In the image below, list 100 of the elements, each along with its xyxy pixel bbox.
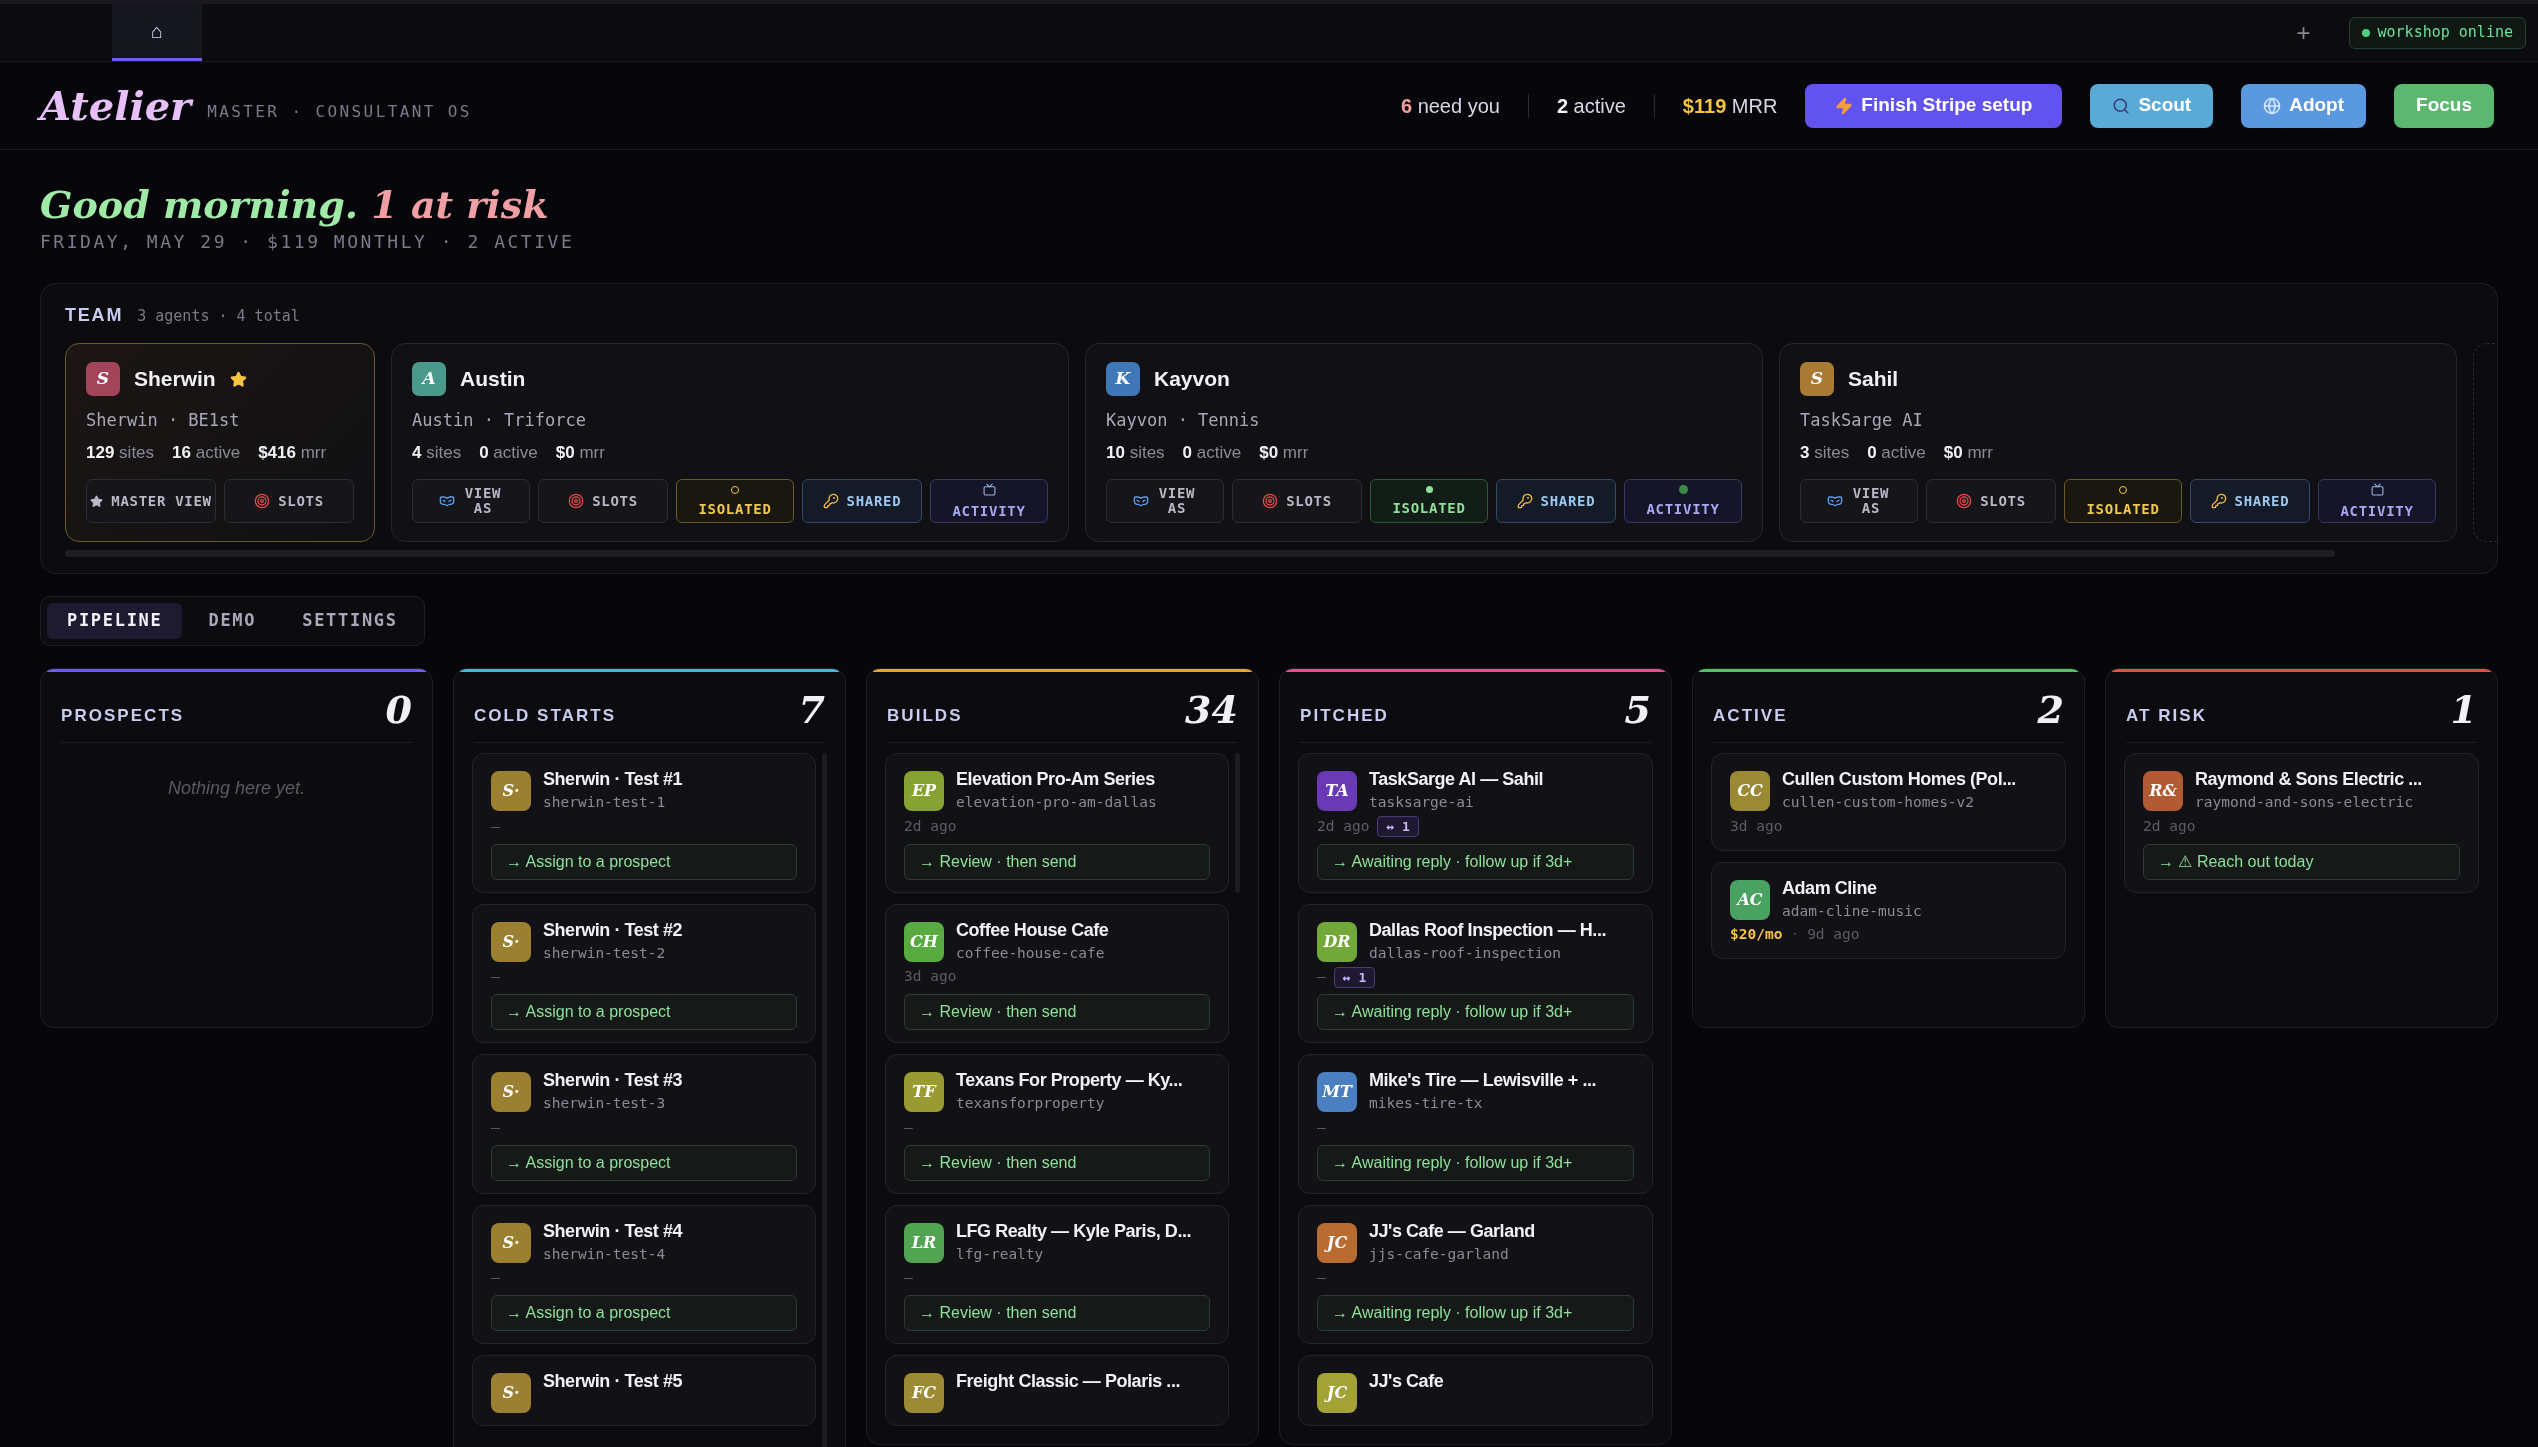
key-icon [2210, 493, 2227, 509]
next-action-button[interactable]: → Review · then send [904, 843, 1210, 880]
project-card[interactable]: S· Sherwin · Test #3 sherwin-test-3 — → Assign to a prospect [472, 1054, 816, 1194]
project-title: Adam Cline [1782, 876, 1878, 900]
shared-button[interactable]: SHARED [802, 479, 922, 523]
globe-icon [2263, 96, 2282, 115]
meta-text: — [904, 1117, 913, 1137]
project-title: Raymond & Sons Electric ... [2195, 768, 2422, 791]
isolated-button[interactable]: ISOLATED [2064, 479, 2182, 523]
project-title: Sherwin · Test #5 [543, 1370, 683, 1393]
project-card[interactable]: S· Sherwin · Test #5 [472, 1355, 816, 1426]
view-as-button[interactable]: VIEW AS [1800, 479, 1918, 523]
slots-button[interactable]: SLOTS [224, 479, 354, 523]
isolated-button[interactable]: ISOLATED [1370, 479, 1488, 523]
slots-button[interactable]: SLOTS [1926, 479, 2056, 523]
agent-name: Austin [460, 366, 526, 393]
mask-icon [1133, 493, 1149, 509]
project-card[interactable]: CC Cullen Custom Homes (Pol... cullen-custom-homes-v2 3d ago [1711, 753, 2066, 851]
slots-button[interactable]: SLOTS [538, 479, 668, 523]
view-as-button[interactable]: VIEW AS [412, 479, 530, 523]
project-avatar: EP [904, 771, 944, 811]
project-avatar: S· [491, 1222, 531, 1263]
next-action-button[interactable]: → ⚠ Reach out today [2143, 843, 2460, 880]
next-action-button[interactable]: → Awaiting reply · follow up if 3d+ [1317, 843, 1634, 880]
next-action-button[interactable]: → Review · then send [904, 1295, 1210, 1331]
shared-button[interactable]: SHARED [1496, 479, 1616, 523]
project-title: LFG Realty — Kyle Paris, D... [956, 1219, 1192, 1243]
target-icon [254, 493, 271, 509]
project-card[interactable]: R& Raymond & Sons Electric ... raymond-and-sons-electric 2d ago → ⚠ Reach out today [2124, 753, 2479, 893]
project-card[interactable]: S· Sherwin · Test #4 sherwin-test-4 — → Assign to a prospect [472, 1204, 816, 1344]
project-card[interactable]: LR LFG Realty — Kyle Paris, D... lfg-realty — → Review · then send [885, 1204, 1229, 1344]
agent-stat: $416 mrr [258, 441, 327, 464]
slots-button[interactable]: SLOTS [1232, 479, 1362, 523]
project-avatar: CH [904, 921, 944, 962]
agent-stat: $0 mrr [1259, 441, 1309, 464]
project-avatar: AC [1730, 879, 1770, 920]
project-slug: lfg-realty [956, 1244, 1045, 1264]
agent-avatar: S [86, 362, 120, 396]
shared-button[interactable]: SHARED [2190, 479, 2310, 523]
project-card[interactable]: S· Sherwin · Test #1 sherwin-test-1 — → Assign to a prospect [472, 753, 816, 893]
project-avatar: TA [1317, 771, 1357, 811]
activity-button[interactable]: ACTIVITY [930, 479, 1048, 523]
agent-stat: 0 active [1867, 441, 1926, 464]
next-action-button[interactable]: → Awaiting reply · follow up if 3d+ [1317, 1144, 1634, 1181]
column-title: BUILDS [887, 704, 963, 727]
next-action-button[interactable]: → Awaiting reply · follow up if 3d+ [1317, 1295, 1634, 1331]
project-title: Sherwin · Test #1 [543, 768, 683, 791]
agent-avatar: A [412, 362, 446, 396]
project-card[interactable]: EP Elevation Pro-Am Series elevation-pro-am-dallas 2d ago → Review · then send [885, 753, 1229, 893]
stripe-button[interactable]: Finish Stripe setup [1805, 83, 2063, 128]
column-count: 7 [798, 688, 825, 732]
agent-stat: 3 sites [1800, 441, 1850, 464]
agent-stat: 129 sites [86, 441, 155, 464]
view-tab[interactable]: PIPELINE [47, 603, 183, 639]
project-card[interactable]: S· Sherwin · Test #2 sherwin-test-2 — → Assign to a prospect [472, 903, 816, 1043]
next-action-button[interactable]: → Assign to a prospect [491, 1295, 797, 1331]
project-card[interactable]: MT Mike's Tire — Lewisville + ... mikes-tire-tx — → Awaiting reply · follow up if 3d+ [1298, 1054, 1653, 1194]
search-icon [2112, 96, 2131, 115]
agent-subtitle: Kayvon · Tennis [1106, 409, 1261, 432]
project-card[interactable]: AC Adam Cline adam-cline-music $20/mo · 9d ago [1711, 861, 2066, 959]
project-card[interactable]: CH Coffee House Cafe coffee-house-cafe 3d ago → Review · then send [885, 903, 1229, 1043]
agent-subtitle: Sherwin · BE1st [86, 409, 241, 432]
project-card[interactable]: TF Texans For Property — Ky... texansforproperty — → Review · then send [885, 1054, 1229, 1194]
project-card[interactable]: DR Dallas Roof Inspection — H... dallas-roof-inspection — ↔ 1 → Awaiting reply · follow up if 3d+ [1298, 903, 1653, 1043]
next-action-button[interactable]: → Assign to a prospect [491, 1144, 797, 1181]
project-card[interactable]: TA TaskSarge AI — Sahil tasksarge-ai 2d ago ↔ 1 → Awaiting reply · follow up if 3d+ [1298, 753, 1653, 893]
project-card[interactable]: JC JJ's Cafe [1298, 1355, 1653, 1426]
star-icon [90, 494, 104, 508]
key-icon [822, 493, 839, 509]
next-action-button[interactable]: → Review · then send [904, 994, 1210, 1030]
new-tab-button[interactable]: + [2296, 14, 2311, 51]
meta-text: 3d ago [1730, 816, 1783, 836]
next-action-button[interactable]: → Assign to a prospect [491, 994, 797, 1030]
lightning-icon [1835, 96, 1854, 115]
project-title: Coffee House Cafe [956, 918, 1109, 942]
view-tab[interactable]: SETTINGS [282, 603, 418, 639]
next-action-button[interactable]: → Awaiting reply · follow up if 3d+ [1317, 994, 1634, 1030]
meta-text: 2d ago [1317, 816, 1370, 836]
meta-text: — [491, 1268, 500, 1288]
status-text: workshop online [2377, 22, 2513, 44]
view-tab[interactable]: DEMO [188, 603, 277, 639]
project-title: Sherwin · Test #2 [543, 918, 683, 942]
home-tab[interactable]: ⌂ [112, 4, 202, 61]
agent-name: Sahil [1848, 366, 1899, 393]
column-title: ACTIVE [1713, 704, 1788, 727]
column-count: 5 [1624, 688, 1651, 732]
meta-text: 9d ago [1807, 925, 1860, 945]
next-action-button[interactable]: → Review · then send [904, 1144, 1210, 1181]
activity-button[interactable]: ACTIVITY [2318, 479, 2436, 523]
project-card[interactable]: JC JJ's Cafe — Garland jjs-cafe-garland — → Awaiting reply · follow up if 3d+ [1298, 1204, 1653, 1344]
meta-text: 3d ago [904, 967, 957, 987]
activity-button[interactable]: ACTIVITY [1624, 479, 1742, 523]
next-action-button[interactable]: → Assign to a prospect [491, 843, 797, 880]
project-title: Dallas Roof Inspection — H... [1369, 918, 1606, 942]
project-card[interactable]: FC Freight Classic — Polaris ... [885, 1355, 1229, 1426]
project-slug: elevation-pro-am-dallas [956, 793, 1157, 812]
master-view-button[interactable]: MASTER VIEW [86, 479, 216, 523]
view-as-button[interactable]: VIEW AS [1106, 479, 1224, 523]
team-summary: 3 agents · 4 total [137, 306, 300, 327]
isolated-button[interactable]: ISOLATED [676, 479, 794, 523]
